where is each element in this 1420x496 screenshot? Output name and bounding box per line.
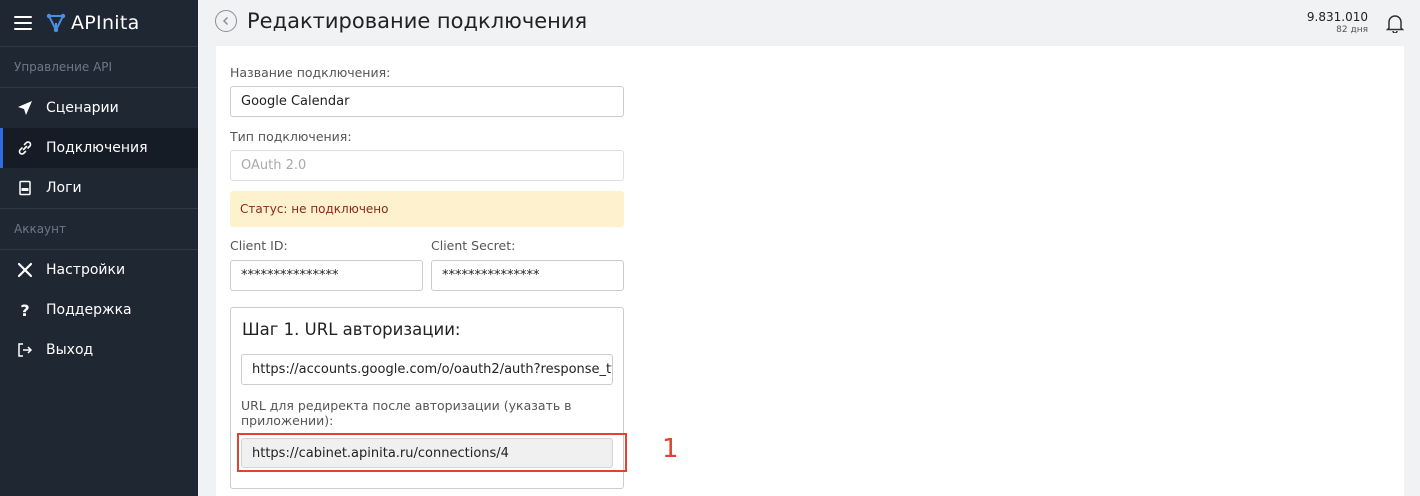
back-button[interactable] (215, 10, 237, 32)
step-1-panel: Шаг 1. URL авторизации: https://accounts… (230, 307, 627, 489)
client-secret-label: Client Secret: (431, 238, 516, 253)
chevron-left-icon (222, 16, 229, 26)
sidebar-section-account: Аккаунт (0, 208, 198, 250)
sidebar-item-label: Выход (46, 342, 94, 358)
main-area: Редактирование подключения 9.831.010 82 … (198, 0, 1420, 496)
link-icon (16, 139, 34, 157)
annotation-number: 1 (662, 434, 679, 464)
client-secret-input[interactable]: *************** (431, 260, 624, 291)
sidebar-item-logs[interactable]: Логи (0, 168, 198, 208)
topbar: Редактирование подключения 9.831.010 82 … (198, 0, 1420, 46)
balance-widget[interactable]: 9.831.010 82 дня (1307, 10, 1368, 35)
client-id-input[interactable]: *************** (230, 260, 423, 291)
bell-icon[interactable] (1385, 13, 1405, 37)
name-label: Название подключения: (230, 65, 391, 80)
sidebar-header: APInita (0, 0, 198, 46)
sidebar-item-settings[interactable]: Настройки (0, 250, 198, 290)
sidebar-section-api: Управление API (0, 46, 198, 88)
brand-logo[interactable]: APInita (46, 12, 140, 34)
annotation-highlight-box (237, 433, 627, 472)
sidebar-item-label: Поддержка (46, 302, 132, 318)
status-badge: Статус: не подключено (230, 191, 624, 227)
menu-icon[interactable] (14, 16, 32, 30)
sidebar-item-connections[interactable]: Подключения (0, 128, 198, 168)
connection-form: Название подключения: Google Calendar Ти… (216, 46, 1404, 496)
client-id-label: Client ID: (230, 238, 288, 253)
question-icon: ? (20, 300, 30, 320)
sidebar-item-label: Логи (46, 180, 82, 196)
sidebar-item-label: Сценарии (46, 100, 119, 116)
log-icon (16, 179, 34, 197)
page-title: Редактирование подключения (247, 9, 588, 33)
sidebar: APInita Управление API Сценарии Подключе… (0, 0, 198, 496)
sidebar-item-label: Настройки (46, 262, 126, 278)
name-input[interactable]: Google Calendar (230, 86, 624, 117)
sidebar-item-label: Подключения (46, 140, 148, 156)
balance-days: 82 дня (1336, 25, 1368, 35)
sidebar-item-scenarios[interactable]: Сценарии (0, 88, 198, 128)
step-title: Шаг 1. URL авторизации: (242, 320, 461, 339)
type-input: OAuth 2.0 (230, 150, 624, 181)
type-label: Тип подключения: (230, 129, 352, 144)
redirect-label: URL для редиректа после авторизации (ука… (241, 398, 572, 428)
sidebar-item-logout[interactable]: Выход (0, 330, 198, 370)
send-icon (16, 99, 34, 117)
auth-url-input[interactable]: https://accounts.google.com/o/oauth2/aut… (241, 354, 613, 385)
tools-icon (16, 261, 34, 279)
balance-value: 9.831.010 (1306, 10, 1368, 24)
logout-icon (16, 341, 34, 359)
brand-name: APInita (71, 12, 140, 34)
sidebar-item-support[interactable]: ? Поддержка (0, 290, 198, 330)
apinita-logo-icon (46, 13, 66, 33)
